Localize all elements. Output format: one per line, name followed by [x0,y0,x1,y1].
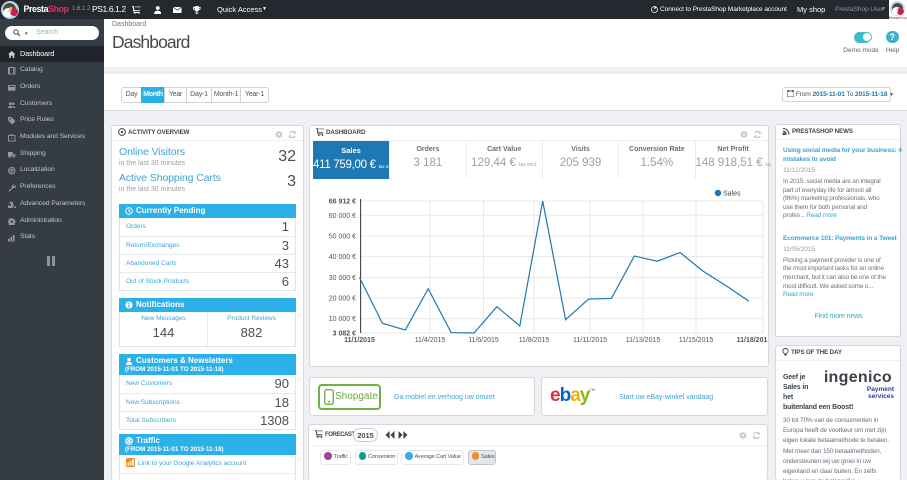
svg-text:11/8/2015: 11/8/2015 [519,337,550,344]
svg-text:Sales: Sales [723,191,741,198]
svg-text:11/6/2015: 11/6/2015 [468,337,499,344]
svg-text:11/18/201: 11/18/201 [737,337,768,344]
svg-text:30 000 €: 30 000 € [329,275,356,282]
svg-text:20 000 €: 20 000 € [329,296,356,303]
svg-text:11/13/2015: 11/13/2015 [626,337,661,344]
svg-text:11/15/2015: 11/15/2015 [679,337,714,344]
svg-text:66 912 €: 66 912 € [329,199,356,206]
svg-text:11/1/2015: 11/1/2015 [344,337,375,344]
svg-text:40 000 €: 40 000 € [329,254,356,261]
svg-text:11/11/2015: 11/11/2015 [573,337,607,344]
svg-text:50 000 €: 50 000 € [329,233,356,240]
svg-text:60 000 €: 60 000 € [329,213,356,220]
svg-text:10 000 €: 10 000 € [329,316,356,323]
svg-text:11/4/2015: 11/4/2015 [415,337,446,344]
